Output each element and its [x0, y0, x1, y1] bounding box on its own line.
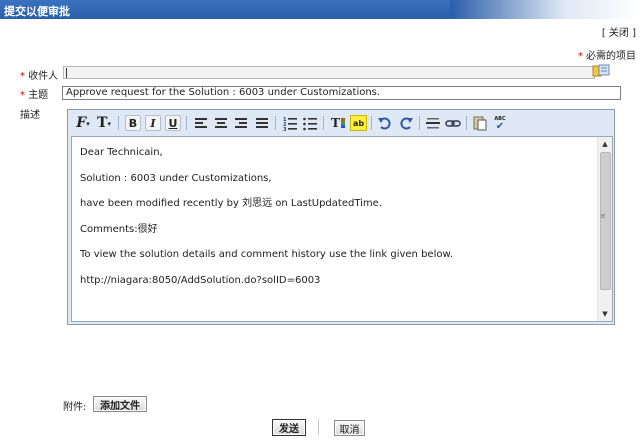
underline-button[interactable]: U	[165, 115, 181, 131]
button-separator	[318, 419, 319, 435]
message-body: Dear Technicain, Solution : 6003 under C…	[80, 147, 592, 301]
message-line: To view the solution details and comment…	[80, 249, 453, 261]
italic-icon: I	[150, 116, 156, 130]
scroll-down-icon[interactable]: ▼	[598, 307, 612, 321]
align-left-icon[interactable]	[192, 114, 210, 132]
justify-icon[interactable]	[253, 114, 271, 132]
link-icon[interactable]	[444, 114, 462, 132]
subject-value: Approve request for the Solution : 6003 …	[66, 87, 381, 98]
scroll-up-icon[interactable]: ▲	[598, 137, 612, 151]
redo-icon[interactable]	[397, 114, 415, 132]
undo-icon[interactable]	[376, 114, 394, 132]
scroll-grip-icon: ≡	[600, 212, 606, 220]
window-title: 提交以便审批	[4, 5, 70, 18]
highlight-glyph: ab	[352, 118, 365, 128]
address-book-icon[interactable]	[592, 64, 610, 77]
toolbar-separator	[275, 116, 276, 130]
bold-icon: B	[128, 116, 138, 130]
rich-text-editor: F ▾ T ▾ B I U 1 2 3 T ab ABC ✔ Dear Tech…	[67, 109, 615, 325]
message-line: Solution : 6003 under Customizations,	[80, 172, 272, 184]
recipient-input[interactable]	[63, 66, 595, 79]
text-color-icon[interactable]: T	[329, 114, 347, 132]
close-link[interactable]: 关闭	[609, 28, 629, 39]
toolbar-separator	[186, 116, 187, 130]
text-color-glyph: T	[331, 116, 340, 130]
recipient-label: 收件人	[28, 71, 59, 82]
italic-button[interactable]: I	[145, 115, 161, 131]
highlight-icon[interactable]: ab	[350, 115, 367, 131]
paste-icon[interactable]	[471, 114, 489, 132]
align-right-icon[interactable]	[232, 114, 250, 132]
message-line: Comments:很好	[80, 223, 158, 235]
font-size-glyph: T	[97, 115, 108, 131]
subject-label-row: * 主题	[20, 86, 48, 101]
required-star: *	[20, 71, 25, 82]
message-line: have been modified recently by 刘思远 on La…	[80, 198, 382, 210]
send-button[interactable]: 发送	[272, 419, 306, 436]
editor-scrollbar[interactable]: ▲ ≡ ▼	[597, 137, 612, 321]
underline-icon: U	[168, 116, 178, 130]
horizontal-rule-icon[interactable]	[424, 114, 442, 132]
text-cursor	[66, 68, 67, 78]
toolbar-separator	[323, 116, 324, 130]
scrollbar-thumb[interactable]	[600, 152, 611, 290]
required-star: *	[577, 51, 583, 62]
close-link-close-bracket: ]	[628, 28, 636, 39]
close-link-open-bracket: [	[601, 28, 609, 39]
required-note-text: 必需的项目	[586, 51, 636, 62]
font-family-glyph: F	[76, 115, 87, 131]
attachments-label: 附件:	[63, 402, 87, 413]
align-center-icon[interactable]	[212, 114, 230, 132]
dropdown-arrow-icon: ▾	[86, 118, 90, 128]
title-bar-gradient	[450, 0, 640, 19]
cancel-button[interactable]: 取消	[334, 420, 365, 436]
svg-text:3: 3	[283, 127, 287, 132]
subject-label: 主题	[28, 90, 49, 101]
title-bar: 提交以便审批	[0, 0, 640, 19]
checkmark-icon: ✔	[495, 120, 505, 132]
editor-toolbar: F ▾ T ▾ B I U 1 2 3 T ab ABC ✔	[68, 110, 614, 136]
font-family-icon[interactable]: F ▾	[74, 114, 92, 132]
message-line: http://niagara:8050/AddSolution.do?solID…	[80, 274, 321, 286]
message-line: Dear Technicain,	[80, 147, 163, 158]
close-link-wrapper: [ 关闭 ]	[602, 24, 636, 39]
toolbar-separator	[118, 116, 119, 130]
color-swatch	[340, 118, 345, 128]
font-size-icon[interactable]: T ▾	[95, 114, 113, 132]
toolbar-separator	[466, 116, 467, 130]
recipient-label-row: * 收件人	[20, 67, 58, 82]
dropdown-arrow-icon: ▾	[107, 118, 111, 128]
numbered-list-icon[interactable]: 1 2 3	[281, 114, 299, 132]
toolbar-separator	[371, 116, 372, 130]
description-label: 描述	[20, 110, 40, 121]
bullet-list-icon[interactable]	[301, 114, 319, 132]
required-star: *	[20, 90, 25, 101]
toolbar-separator	[419, 116, 420, 130]
bold-button[interactable]: B	[125, 115, 141, 131]
subject-input[interactable]: Approve request for the Solution : 6003 …	[62, 86, 621, 100]
spellcheck-icon[interactable]: ABC ✔	[491, 114, 509, 132]
message-body-editor[interactable]: Dear Technicain, Solution : 6003 under C…	[71, 136, 613, 322]
add-file-button[interactable]: 添加文件	[93, 396, 147, 412]
required-fields-note: * 必需的项目	[578, 47, 636, 62]
